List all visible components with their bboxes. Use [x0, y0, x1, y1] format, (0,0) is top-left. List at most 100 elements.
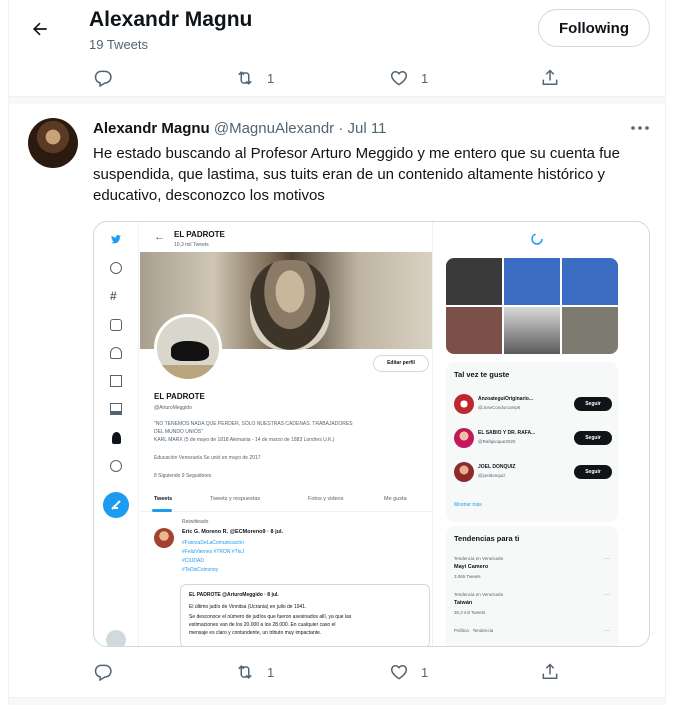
- screenshot-back-icon: ←: [154, 231, 165, 243]
- screenshot-tabs: Tweets Tweets y respuestas Fotos y video…: [140, 486, 432, 512]
- suggest-name: AnzoateguiOriginario...: [478, 396, 534, 402]
- section-divider: [9, 697, 665, 705]
- screenshot-trends-panel: Tendencias para ti Tendencia en Venezuel…: [446, 526, 618, 646]
- screenshot-profile-handle: @ArturoMeggido: [154, 405, 192, 411]
- account-avatar: [106, 630, 126, 646]
- more-icon: [631, 126, 649, 130]
- share-button[interactable]: [540, 657, 560, 687]
- screenshot-quote-tweet: EL PADROTE @ArturoMeggido · 8 jul. El úl…: [180, 584, 430, 646]
- screenshot-profile-avatar: [154, 314, 222, 382]
- twitter-bird-icon: [111, 235, 121, 244]
- hashtag-icon: #: [110, 289, 117, 303]
- tweet-text: He estado buscando al Profesor Arturo Me…: [93, 145, 620, 204]
- screenshot-rt-line: #TeDisCoinvnoy: [182, 567, 219, 573]
- compose-button: [103, 492, 129, 518]
- retweet-count: 1: [267, 70, 275, 86]
- tweet-media-image[interactable]: # ← EL PADROTE 10,3 mil Tweets Editar pe…: [93, 221, 650, 647]
- screenshot-subtitle: 10,3 mil Tweets: [174, 242, 209, 248]
- reply-button[interactable]: [93, 63, 113, 93]
- screenshot-quote-line: El último judío de Vinnitsa (Ucrania) en…: [189, 604, 307, 610]
- profile-icon: [112, 432, 121, 444]
- retweet-count: 1: [267, 664, 275, 680]
- arrow-left-icon: [33, 22, 47, 36]
- screenshot-tab-indicator: [152, 509, 172, 512]
- profile-header: Alexandr Magnu 19 Tweets Following: [9, 0, 665, 62]
- screenshot-column-divider: [432, 222, 433, 646]
- more-options-button[interactable]: [628, 118, 652, 138]
- trend-count: 30,3 mil Tweets: [454, 610, 486, 615]
- screenshot-nav-rail: #: [94, 222, 139, 646]
- reply-button[interactable]: [93, 657, 113, 687]
- profile-name: Alexandr Magnu: [89, 8, 253, 31]
- trend-more-icon: ···: [604, 556, 610, 562]
- trend-count: 3.065 Tweets: [454, 574, 481, 579]
- retweet-button[interactable]: 1: [235, 63, 274, 93]
- screenshot-follow-stats: 8 Siguiendo 9 Seguidores: [154, 473, 212, 479]
- trend-context: Tendencia en Venezuela: [454, 592, 504, 597]
- trend-name: Taiwán: [454, 600, 473, 606]
- retweet-icon: [238, 71, 252, 85]
- avatar[interactable]: [28, 118, 78, 168]
- bell-icon: [110, 347, 122, 359]
- screenshot-retweeted-label: Retwitteado: [182, 519, 209, 525]
- screenshot-bio-line: KARL MARX (5 de mayo de 1818 Alemania - …: [154, 437, 335, 443]
- bookmark-icon: [110, 403, 122, 415]
- like-button[interactable]: 1: [389, 657, 428, 687]
- retweet-button[interactable]: 1: [235, 657, 274, 687]
- like-count: 1: [421, 70, 429, 86]
- share-icon: [542, 69, 558, 85]
- screenshot-profile-name: EL PADROTE: [154, 392, 205, 401]
- suggest-handle: @Rafajsoque2020: [478, 439, 516, 444]
- trend-context: Política · Tendencia: [454, 628, 494, 633]
- portrait-face: [250, 260, 330, 350]
- screenshot-tab: Tweets: [154, 496, 173, 502]
- suggest-handle: @joeldonquiz: [478, 473, 506, 478]
- tweet-header: Alexandr Magnu @MagnuAlexandr · Jul 11: [93, 120, 386, 137]
- tweet-author-name[interactable]: Alexandr Magnu: [93, 120, 210, 137]
- settings-icon: [110, 319, 122, 331]
- trend-more-icon: ···: [604, 628, 610, 634]
- screenshot-title: EL PADROTE: [174, 230, 225, 239]
- tweet-actions: 1 1: [9, 657, 665, 687]
- feather-icon: [111, 500, 121, 510]
- screenshot-bio-line: DEL MUNDO UNIOS": [154, 429, 203, 435]
- suggest-follow-button: Seguir: [574, 431, 612, 445]
- section-divider: [9, 96, 665, 104]
- more-circle-icon: [110, 460, 122, 472]
- share-icon: [542, 663, 558, 679]
- suggest-name: EL SABIO Y DR. RAFA...: [478, 430, 536, 436]
- screenshot-rt-avatar: [154, 528, 174, 548]
- suggest-follow-button: Seguir: [574, 397, 612, 411]
- suggest-avatar: [454, 394, 474, 414]
- back-button[interactable]: [23, 14, 57, 44]
- suggest-avatar: [454, 462, 474, 482]
- screenshot-rt-line: #CIUDAD: [182, 558, 204, 564]
- share-button[interactable]: [540, 63, 560, 93]
- screenshot-rt-author: Eric G. Moreno R. @ECMoreno9 · 8 jul.: [182, 529, 284, 535]
- screenshot-bio-line: "NO TENEMOS NADA QUE PERDER, SÓLO NUESTR…: [154, 421, 353, 427]
- trend-more-icon: ···: [604, 592, 610, 598]
- screenshot-quote-line: mensaje es claro y contundente, un tribu…: [189, 630, 322, 636]
- reply-icon: [94, 70, 112, 88]
- screenshot-tab: Me gusta: [384, 496, 407, 502]
- suggest-name: JOEL DONQUIZ: [478, 464, 516, 470]
- following-button[interactable]: Following: [538, 9, 650, 47]
- like-count: 1: [421, 664, 429, 680]
- tweet-count: 19 Tweets: [89, 37, 149, 52]
- mail-icon: [110, 375, 122, 387]
- screenshot-quote-author: EL PADROTE @ArturoMeggido · 8 jul.: [189, 592, 279, 598]
- screenshot-quote-line: Se desconoce el número de judíos que fue…: [189, 614, 352, 620]
- screenshot-suggestions-panel: Tal vez te guste AnzoateguiOriginario...…: [446, 362, 618, 522]
- explore-icon: [110, 262, 122, 274]
- trend-context: Tendencia en Venezuela: [454, 556, 504, 561]
- tweet-handle-date[interactable]: @MagnuAlexandr · Jul 11: [214, 120, 387, 137]
- trend-name: Mayi Camero: [454, 564, 489, 570]
- suggest-show-more: Mostrar más: [454, 502, 482, 508]
- heart-icon: [390, 664, 408, 680]
- screenshot-tab: Fotos y videos: [308, 496, 344, 502]
- screenshot-tab: Tweets y respuestas: [210, 496, 261, 502]
- like-button[interactable]: 1: [389, 63, 428, 93]
- screenshot-quote-line: estimaciones van de los 20.000 a los 28.…: [189, 622, 336, 628]
- screenshot-edit-profile: Editar perfil: [373, 355, 429, 372]
- heart-icon: [390, 70, 408, 86]
